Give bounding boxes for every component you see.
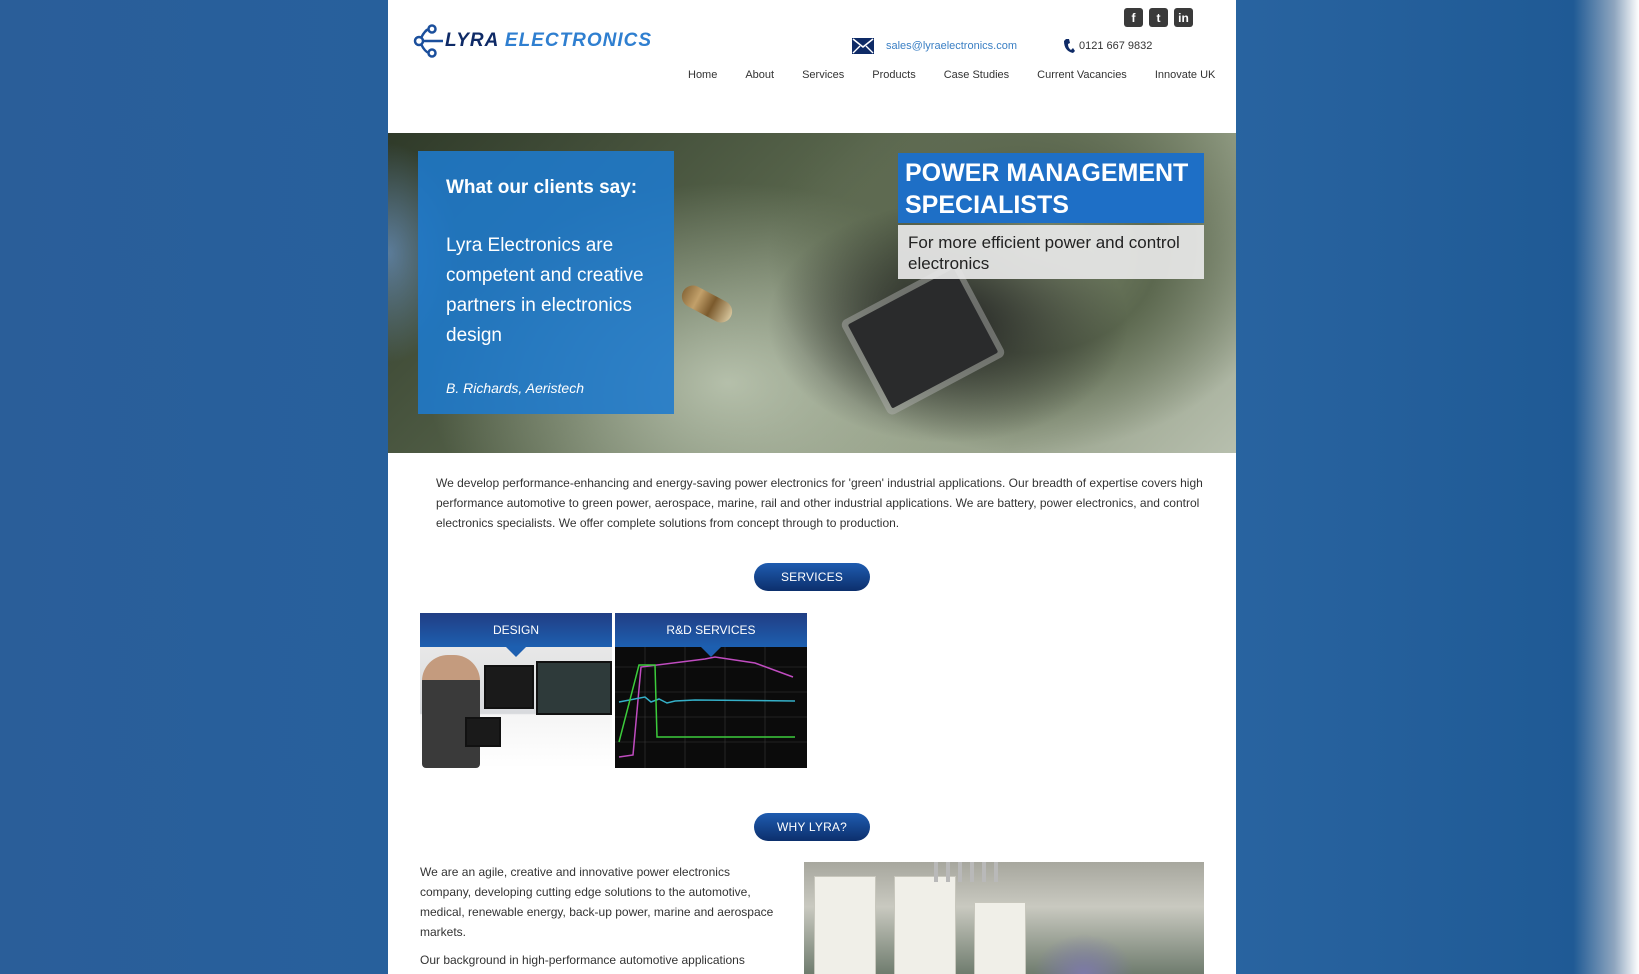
services-heading-button[interactable]: SERVICES — [754, 563, 870, 591]
service-tile-design[interactable]: DESIGN — [420, 613, 612, 768]
nav-item-case-studies[interactable]: Case Studies — [944, 69, 1009, 81]
hero-resistor-graphic — [677, 281, 737, 327]
hero-subheadline: For more efficient power and control ele… — [898, 225, 1204, 279]
phone-number: 0121 667 9832 — [1079, 40, 1153, 52]
main-nav: Home About Services Products Case Studie… — [688, 69, 1215, 81]
logo-word-electronics: ELECTRONICS — [504, 30, 653, 51]
social-links: f t in — [1124, 8, 1193, 27]
hero-headline: POWER MANAGEMENT SPECIALISTS — [898, 153, 1204, 223]
oscilloscope-graphic — [615, 647, 807, 768]
nav-item-current-vacancies[interactable]: Current Vacancies — [1037, 69, 1127, 81]
logo-word-lyra: LYRA — [445, 30, 499, 51]
email-link[interactable]: sales@lyraelectronics.com — [886, 40, 1017, 52]
nav-item-about[interactable]: About — [745, 69, 774, 81]
design-photo — [420, 647, 612, 768]
nav-item-services[interactable]: Services — [802, 69, 844, 81]
engineer-figure — [422, 655, 480, 768]
testimonial-box: What our clients say: Lyra Electronics a… — [418, 151, 674, 414]
contact-email: sales@lyraelectronics.com — [852, 38, 1017, 54]
logo-mark-icon — [413, 24, 443, 58]
testimonial-text: Lyra Electronics are competent and creat… — [446, 235, 644, 346]
nav-item-innovate-uk[interactable]: Innovate UK — [1155, 69, 1216, 81]
design-tile-label: DESIGN — [420, 613, 612, 657]
phone-icon — [1064, 39, 1075, 53]
twitter-icon[interactable]: t — [1149, 8, 1168, 27]
nav-item-products[interactable]: Products — [872, 69, 915, 81]
contact-phone: 0121 667 9832 — [1063, 38, 1152, 54]
why-lyra-heading-button[interactable]: WHY LYRA? — [754, 813, 870, 841]
testimonial-title: What our clients say: — [446, 177, 638, 198]
hero-chip-graphic — [847, 268, 999, 409]
why-paragraph-2: Our background in high-performance autom… — [420, 953, 745, 967]
facebook-icon[interactable]: f — [1124, 8, 1143, 27]
nav-item-home[interactable]: Home — [688, 69, 717, 81]
oscilloscope-trace-icon — [615, 647, 807, 768]
intro-paragraph: We develop performance-enhancing and ene… — [436, 476, 1203, 530]
rd-tile-label: R&D SERVICES — [615, 613, 807, 657]
why-paragraph-1: We are an agile, creative and innovative… — [420, 865, 774, 939]
linkedin-icon[interactable]: in — [1174, 8, 1193, 27]
page-container: LYRA ELECTRONICS f t in sales@lyraelectr… — [388, 0, 1236, 974]
site-logo[interactable]: LYRA ELECTRONICS — [413, 24, 652, 58]
service-tile-rd[interactable]: R&D SERVICES — [615, 613, 807, 768]
hero-banner: What our clients say: Lyra Electronics a… — [388, 133, 1236, 453]
pcb-connectors-photo — [804, 862, 1204, 974]
envelope-icon — [852, 38, 874, 54]
testimonial-author: B. Richards, Aeristech — [446, 380, 584, 396]
why-lyra-text: We are an agile, creative and innovative… — [420, 862, 780, 974]
